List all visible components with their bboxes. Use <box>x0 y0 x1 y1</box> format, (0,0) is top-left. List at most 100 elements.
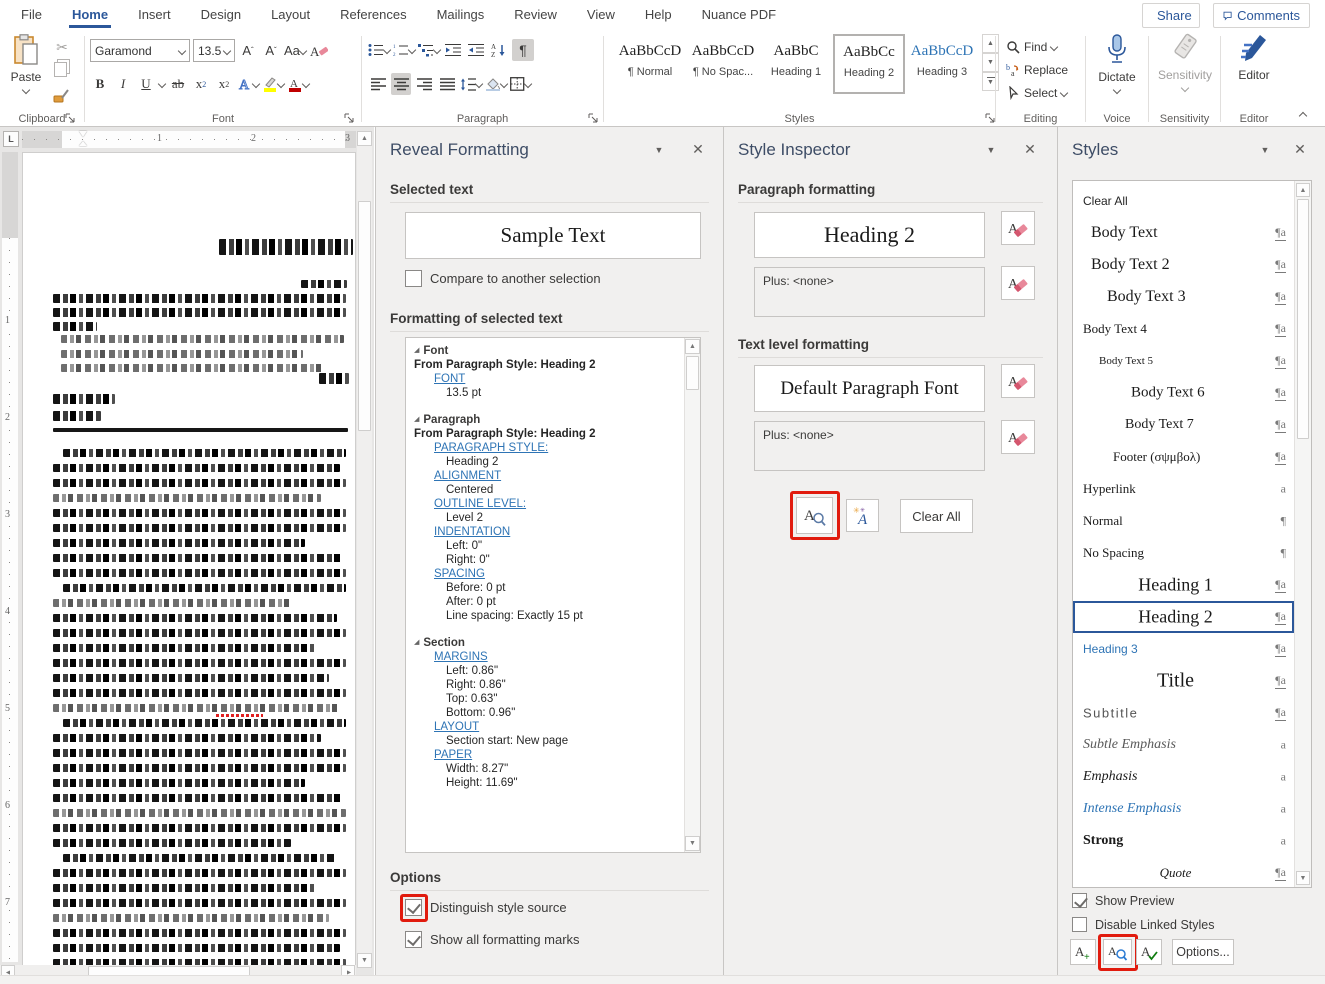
font-name-combo[interactable]: Garamond <box>90 39 190 62</box>
tab-home[interactable]: Home <box>57 0 123 30</box>
style-item-subtitle[interactable]: Subtitle¶a <box>1073 697 1294 729</box>
paragraph-plus-box[interactable]: Plus: <none> <box>754 267 985 317</box>
pane-close-icon[interactable]: ✕ <box>689 141 707 158</box>
reveal-formatting-button[interactable]: A <box>796 497 833 534</box>
find-button[interactable]: Find <box>1006 37 1057 57</box>
tab-insert[interactable]: Insert <box>123 0 186 30</box>
rf-section-section[interactable]: ◢Section <box>414 636 680 650</box>
underline-dropdown-icon[interactable] <box>158 80 166 88</box>
rf-link-alignment[interactable]: ALIGNMENT <box>434 469 680 483</box>
style-item-hyperlink[interactable]: Hyperlinka <box>1073 473 1294 505</box>
rf-link-layout[interactable]: LAYOUT <box>434 720 680 734</box>
tab-layout[interactable]: Layout <box>256 0 325 30</box>
show-formatting-marks-row[interactable]: Show all formatting marks <box>405 931 580 948</box>
tab-mailings[interactable]: Mailings <box>422 0 500 30</box>
style-inspector-button[interactable]: A <box>1103 939 1132 965</box>
rf-link-margins[interactable]: MARGINS <box>434 650 680 664</box>
clear-all-button[interactable]: Clear All <box>900 499 973 533</box>
text-plus-box[interactable]: Plus: <none> <box>754 421 985 471</box>
bold-button[interactable]: B <box>90 73 110 95</box>
styles-scroll-thumb[interactable] <box>1297 199 1309 439</box>
tab-stop-selector[interactable]: L <box>3 131 19 147</box>
style-item-heading-1[interactable]: Heading 1¶a <box>1073 569 1294 601</box>
vertical-ruler[interactable]: 1234567 <box>2 152 18 962</box>
horizontal-scroll-thumb[interactable] <box>88 966 250 975</box>
tab-nuance-pdf[interactable]: Nuance PDF <box>687 0 791 30</box>
style-item-body-text-5[interactable]: Body Text 5¶a <box>1073 345 1294 377</box>
show-preview-checkbox[interactable] <box>1072 893 1087 908</box>
style-item-quote[interactable]: Quote¶a <box>1073 857 1294 888</box>
align-right-button[interactable] <box>414 73 434 95</box>
style-card-heading-2[interactable]: AaBbCcHeading 2 <box>833 34 905 94</box>
horizontal-ruler[interactable]: 123 <box>22 131 356 148</box>
style-item-body-text-2[interactable]: Body Text 2¶a <box>1073 249 1294 281</box>
paragraph-style-box[interactable]: Heading 2 <box>754 212 985 258</box>
rf-link-outline-level[interactable]: OUTLINE LEVEL: <box>434 497 680 511</box>
distinguish-style-source-checkbox[interactable] <box>405 899 422 916</box>
style-item-subtle-emphasis[interactable]: Subtle Emphasisa <box>1073 729 1294 761</box>
tab-design[interactable]: Design <box>186 0 256 30</box>
new-style-button[interactable]: A+ <box>1070 939 1096 965</box>
style-item-body-text-6[interactable]: Body Text 6¶a <box>1073 377 1294 409</box>
style-item-clear-all[interactable]: Clear All <box>1073 185 1294 217</box>
font-dialog-launcher-icon[interactable] <box>343 112 355 124</box>
style-item-heading-3[interactable]: Heading 3¶a <box>1073 633 1294 665</box>
style-card-no-spac[interactable]: AaBbCcD¶ No Spac... <box>687 34 759 94</box>
style-item-body-text-4[interactable]: Body Text 4¶a <box>1073 313 1294 345</box>
shrink-font-button[interactable]: Aˇ <box>261 40 281 62</box>
clear-paragraph-plus-button[interactable]: A <box>1001 266 1035 300</box>
style-item-heading-2[interactable]: Heading 2¶a <box>1073 601 1294 633</box>
sort-button[interactable]: AZ <box>489 39 509 61</box>
tab-review[interactable]: Review <box>499 0 572 30</box>
cut-button[interactable]: ✂ <box>50 36 74 58</box>
share-button[interactable]: Share <box>1142 3 1200 28</box>
formatting-details-list[interactable]: ◢FontFrom Paragraph Style: Heading 2FONT… <box>405 337 701 853</box>
style-card-heading-1[interactable]: AaBbCHeading 1 <box>760 34 832 94</box>
style-item-no-spacing[interactable]: No Spacing¶ <box>1073 537 1294 569</box>
text-style-box[interactable]: Default Paragraph Font <box>754 365 985 412</box>
style-item-emphasis[interactable]: Emphasisa <box>1073 761 1294 793</box>
pane-menu-icon[interactable]: ▼ <box>983 145 999 155</box>
shading-button[interactable] <box>485 73 507 95</box>
grow-font-button[interactable]: Aˆ <box>238 40 258 62</box>
compare-selection-row[interactable]: Compare to another selection <box>405 270 601 287</box>
editor-button[interactable]: Editor <box>1226 33 1282 109</box>
paste-button[interactable]: Paste <box>6 34 46 106</box>
dictate-dropdown-icon[interactable] <box>1113 86 1121 94</box>
rf-scroll-up-icon[interactable]: ▲ <box>685 339 700 354</box>
style-item-body-text[interactable]: Body Text¶a <box>1073 217 1294 249</box>
line-spacing-button[interactable] <box>460 73 482 95</box>
style-item-normal[interactable]: Normal¶ <box>1073 505 1294 537</box>
collapse-ribbon-icon[interactable] <box>1300 106 1306 124</box>
rf-link-paragraph-style[interactable]: PARAGRAPH STYLE: <box>434 441 680 455</box>
align-left-button[interactable] <box>368 73 388 95</box>
manage-styles-button[interactable]: A <box>1136 939 1162 965</box>
pane-close-icon[interactable]: ✕ <box>1021 141 1039 158</box>
style-item-body-text-3[interactable]: Body Text 3¶a <box>1073 281 1294 313</box>
subscript-button[interactable]: x2 <box>191 73 211 95</box>
increase-indent-button[interactable] <box>466 39 486 61</box>
strikethrough-button[interactable]: ab <box>168 73 188 95</box>
clear-text-plus-button[interactable]: A <box>1001 420 1035 454</box>
disable-linked-styles-row[interactable]: Disable Linked Styles <box>1072 917 1215 932</box>
pane-menu-icon[interactable]: ▼ <box>1257 145 1273 155</box>
distinguish-style-source-row[interactable]: Distinguish style source <box>405 899 567 916</box>
style-item-intense-emphasis[interactable]: Intense Emphasisa <box>1073 793 1294 825</box>
style-card-heading-3[interactable]: AaBbCcDHeading 3 <box>906 34 978 94</box>
indent-marker[interactable] <box>78 131 89 148</box>
show-all-formatting-marks-checkbox[interactable] <box>405 931 422 948</box>
decrease-indent-button[interactable] <box>443 39 463 61</box>
superscript-button[interactable]: x2 <box>214 73 234 95</box>
paste-dropdown-icon[interactable] <box>22 86 30 94</box>
new-style-button[interactable]: ✳✳A <box>846 499 879 532</box>
paragraph-dialog-launcher-icon[interactable] <box>587 112 599 124</box>
scroll-down-icon[interactable]: ▼ <box>357 953 372 968</box>
style-card-normal[interactable]: AaBbCcD¶ Normal <box>614 34 686 94</box>
options-button[interactable]: Options... <box>1172 939 1234 965</box>
style-item-strong[interactable]: Stronga <box>1073 825 1294 857</box>
rf-scroll-down-icon[interactable]: ▼ <box>685 836 700 851</box>
rf-link-indentation[interactable]: INDENTATION <box>434 525 680 539</box>
clipboard-dialog-launcher-icon[interactable] <box>64 112 76 124</box>
disable-linked-styles-checkbox[interactable] <box>1072 917 1087 932</box>
clear-formatting-button[interactable]: A <box>309 40 329 62</box>
